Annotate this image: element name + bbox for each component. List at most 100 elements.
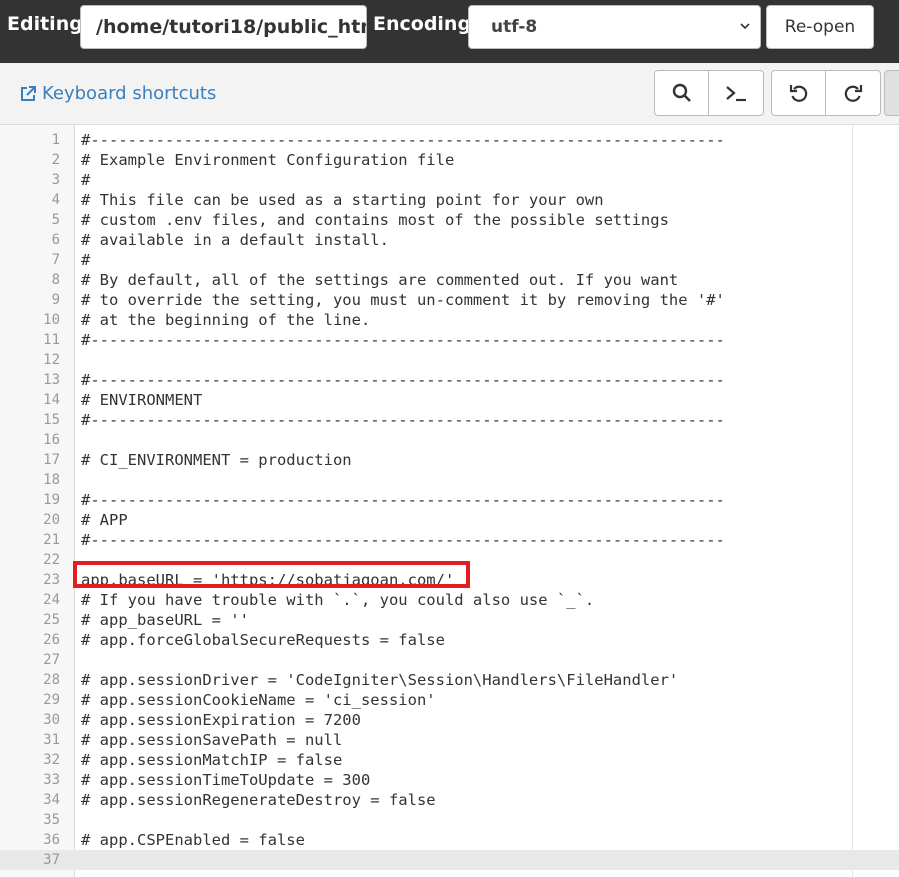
code-line[interactable]: 10 # at the beginning of the line. <box>0 310 899 330</box>
line-text[interactable]: # app.sessionRegenerateDestroy = false <box>81 790 436 810</box>
code-line[interactable]: 4 # This file can be used as a starting p… <box>0 190 899 210</box>
line-text[interactable]: # app.sessionDriver = 'CodeIgniter\Sessi… <box>81 670 678 690</box>
line-number: 35 <box>43 812 60 828</box>
file-path-input[interactable]: /home/tutori18/public_html/.env <box>80 5 367 49</box>
line-text[interactable]: #---------------------------------------… <box>81 130 725 150</box>
search-terminal-group <box>654 70 764 116</box>
line-text[interactable]: # to override the setting, you must un-c… <box>81 290 725 310</box>
code-line[interactable]: 32 # app.sessionMatchIP = false <box>0 750 899 770</box>
line-text[interactable]: # app.CSPEnabled = false <box>81 830 305 850</box>
line-text[interactable]: # available in a default install. <box>81 230 389 250</box>
keyboard-shortcuts-label: Keyboard shortcuts <box>42 83 217 104</box>
undo-button[interactable] <box>771 70 826 116</box>
line-text[interactable]: app.baseURL = 'https://sobatjagoan.com/' <box>81 570 454 590</box>
line-text[interactable]: # app.sessionMatchIP = false <box>81 750 342 770</box>
code-line[interactable]: 24 # If you have trouble with `.`, you co… <box>0 590 899 610</box>
code-line[interactable]: 37 <box>0 850 899 870</box>
code-line[interactable]: 7 # <box>0 250 899 270</box>
code-line[interactable]: 31 # app.sessionSavePath = null <box>0 730 899 750</box>
code-editor[interactable]: 1 #--------------------------------------… <box>0 125 899 877</box>
reopen-button[interactable]: Re-open <box>766 5 874 49</box>
line-number: 29 <box>43 692 60 708</box>
undo-redo-group <box>771 70 881 116</box>
line-text[interactable]: #---------------------------------------… <box>81 530 725 550</box>
line-number: 25 <box>43 612 60 628</box>
line-text[interactable]: #---------------------------------------… <box>81 410 725 430</box>
line-text[interactable]: #---------------------------------------… <box>81 370 725 390</box>
code-line[interactable]: 16 <box>0 430 899 450</box>
code-line[interactable]: 1 #--------------------------------------… <box>0 130 899 150</box>
line-text[interactable]: # app.sessionTimeToUpdate = 300 <box>81 770 370 790</box>
code-line[interactable]: 17 # CI_ENVIRONMENT = production <box>0 450 899 470</box>
code-line[interactable]: 19 #-------------------------------------… <box>0 490 899 510</box>
line-text[interactable]: # <box>81 170 90 190</box>
search-button[interactable] <box>654 70 709 116</box>
line-text[interactable]: # app.sessionSavePath = null <box>81 730 342 750</box>
code-line[interactable]: 22 <box>0 550 899 570</box>
code-line[interactable]: 30 # app.sessionExpiration = 7200 <box>0 710 899 730</box>
code-line[interactable]: 29 # app.sessionCookieName = 'ci_session' <box>0 690 899 710</box>
line-text[interactable]: # app.forceGlobalSecureRequests = false <box>81 630 445 650</box>
code-line[interactable]: 18 <box>0 470 899 490</box>
line-number: 3 <box>51 172 60 188</box>
line-text[interactable]: # app_baseURL = '' <box>81 610 249 630</box>
line-text[interactable]: #---------------------------------------… <box>81 330 725 350</box>
line-text[interactable]: # This file can be used as a starting po… <box>81 190 604 210</box>
code-line[interactable]: 34 # app.sessionRegenerateDestroy = false <box>0 790 899 810</box>
line-number: 13 <box>43 372 60 388</box>
code-line[interactable]: 25 # app_baseURL = '' <box>0 610 899 630</box>
line-text[interactable]: # Example Environment Configuration file <box>81 150 454 170</box>
code-line[interactable]: 9 # to override the setting, you must un-… <box>0 290 899 310</box>
line-number: 37 <box>43 852 60 868</box>
line-number: 6 <box>51 232 60 248</box>
code-line[interactable]: 20 # APP <box>0 510 899 530</box>
encoding-value: utf-8 <box>491 17 538 37</box>
overflow-group <box>884 70 899 116</box>
line-number: 27 <box>43 652 60 668</box>
code-line[interactable]: 8 # By default, all of the settings are c… <box>0 270 899 290</box>
line-text[interactable]: # <box>81 250 90 270</box>
code-line[interactable]: 11 #-------------------------------------… <box>0 330 899 350</box>
line-number: 16 <box>43 432 60 448</box>
line-text[interactable]: # By default, all of the settings are co… <box>81 270 678 290</box>
line-text[interactable]: # If you have trouble with `.`, you coul… <box>81 590 594 610</box>
line-number: 21 <box>43 532 60 548</box>
redo-button[interactable] <box>826 70 881 116</box>
code-lines: 1 #--------------------------------------… <box>0 125 899 870</box>
code-line[interactable]: 35 <box>0 810 899 830</box>
line-text[interactable]: # ENVIRONMENT <box>81 390 202 410</box>
code-line[interactable]: 33 # app.sessionTimeToUpdate = 300 <box>0 770 899 790</box>
line-text[interactable]: # app.sessionExpiration = 7200 <box>81 710 361 730</box>
code-line[interactable]: 12 <box>0 350 899 370</box>
encoding-label: Encoding: <box>373 13 479 35</box>
code-line[interactable]: 2 # Example Environment Configuration fil… <box>0 150 899 170</box>
overflow-button[interactable] <box>884 70 899 116</box>
line-text[interactable]: # APP <box>81 510 128 530</box>
undo-icon <box>789 85 807 102</box>
code-line[interactable]: 23 app.baseURL = 'https://sobatjagoan.com… <box>0 570 899 590</box>
code-line[interactable]: 27 <box>0 650 899 670</box>
code-line[interactable]: 36 # app.CSPEnabled = false <box>0 830 899 850</box>
line-number: 7 <box>51 252 60 268</box>
line-number: 2 <box>51 152 60 168</box>
line-number: 20 <box>43 512 60 528</box>
code-line[interactable]: 13 #-------------------------------------… <box>0 370 899 390</box>
code-line[interactable]: 14 # ENVIRONMENT <box>0 390 899 410</box>
line-text[interactable]: #---------------------------------------… <box>81 490 725 510</box>
line-text[interactable]: # at the beginning of the line. <box>81 310 370 330</box>
code-line[interactable]: 28 # app.sessionDriver = 'CodeIgniter\Ses… <box>0 670 899 690</box>
code-line[interactable]: 5 # custom .env files, and contains most … <box>0 210 899 230</box>
line-text[interactable]: # app.sessionCookieName = 'ci_session' <box>81 690 436 710</box>
keyboard-shortcuts-link[interactable]: Keyboard shortcuts <box>18 83 216 104</box>
line-number: 8 <box>51 272 60 288</box>
code-line[interactable]: 3 # <box>0 170 899 190</box>
code-line[interactable]: 6 # available in a default install. <box>0 230 899 250</box>
line-text[interactable]: # custom .env files, and contains most o… <box>81 210 669 230</box>
line-text[interactable]: # CI_ENVIRONMENT = production <box>81 450 352 470</box>
line-number: 12 <box>43 352 60 368</box>
terminal-button[interactable] <box>709 70 764 116</box>
code-line[interactable]: 21 #-------------------------------------… <box>0 530 899 550</box>
code-line[interactable]: 26 # app.forceGlobalSecureRequests = fals… <box>0 630 899 650</box>
encoding-select[interactable]: utf-8 <box>468 5 761 49</box>
code-line[interactable]: 15 #-------------------------------------… <box>0 410 899 430</box>
